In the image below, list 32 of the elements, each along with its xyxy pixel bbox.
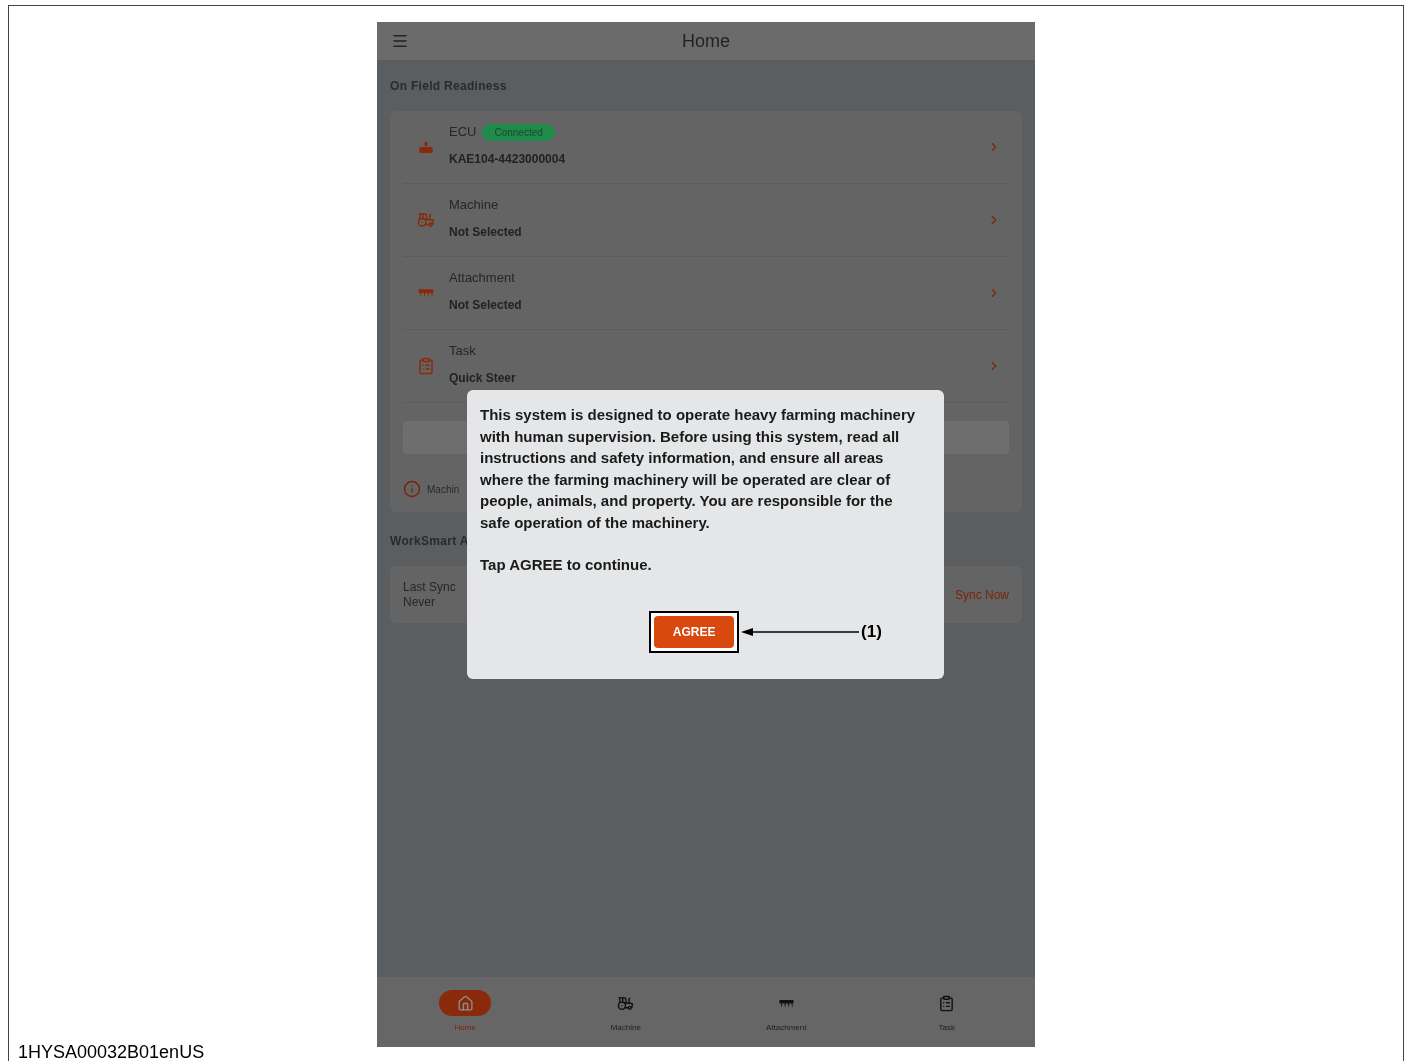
sync-label: Last Sync	[403, 579, 456, 595]
readiness-row[interactable]: Attachment Not Selected	[403, 257, 1009, 330]
home-icon	[456, 994, 474, 1012]
sync-value: Never	[403, 594, 436, 610]
tractor-icon	[417, 211, 435, 229]
status-badge: Connected	[482, 123, 555, 141]
callout-label: (1)	[861, 620, 882, 643]
screen-title: Home	[682, 29, 730, 53]
sync-now-button[interactable]: Sync Now	[954, 585, 1009, 604]
menu-icon[interactable]	[391, 32, 409, 50]
row-value: Quick Steer	[449, 369, 517, 387]
row-value: Not Selected	[449, 223, 523, 241]
nav-tab[interactable]: Attachment	[716, 990, 857, 1034]
nav-tab[interactable]: Machine	[555, 990, 696, 1034]
note-text: Machin	[427, 482, 460, 497]
row-label: Task	[449, 342, 476, 361]
readiness-row[interactable]: ECU Connected KAE104-4423000004	[403, 111, 1009, 184]
info-icon	[403, 480, 421, 498]
row-value: KAE104-4423000004	[449, 150, 567, 168]
row-label: ECU	[449, 123, 477, 142]
readiness-row[interactable]: Machine Not Selected	[403, 184, 1009, 257]
dialog-message: This system is designed to operate heavy farming machinery with human supervision. Before using this system, read all instructions and safety information, and ensure all areas where the farming machinery will be operated are clear of people, animals, and property. You are responsible for the safe operation of the machinery.	[480, 405, 917, 533]
dialog-prompt: Tap AGREE to continue.	[480, 555, 653, 575]
clipboard-icon	[417, 357, 435, 375]
row-label: Machine	[449, 196, 499, 215]
figure-id: 1HYSA00032B01enUS	[18, 1041, 205, 1061]
tractor-icon	[617, 994, 635, 1012]
row-label: Attachment	[449, 269, 515, 288]
row-value: Not Selected	[449, 296, 523, 314]
agree-button[interactable]: AGREE	[654, 615, 735, 648]
nav-tab[interactable]: Home	[395, 990, 536, 1034]
clipboard-icon	[938, 994, 956, 1012]
